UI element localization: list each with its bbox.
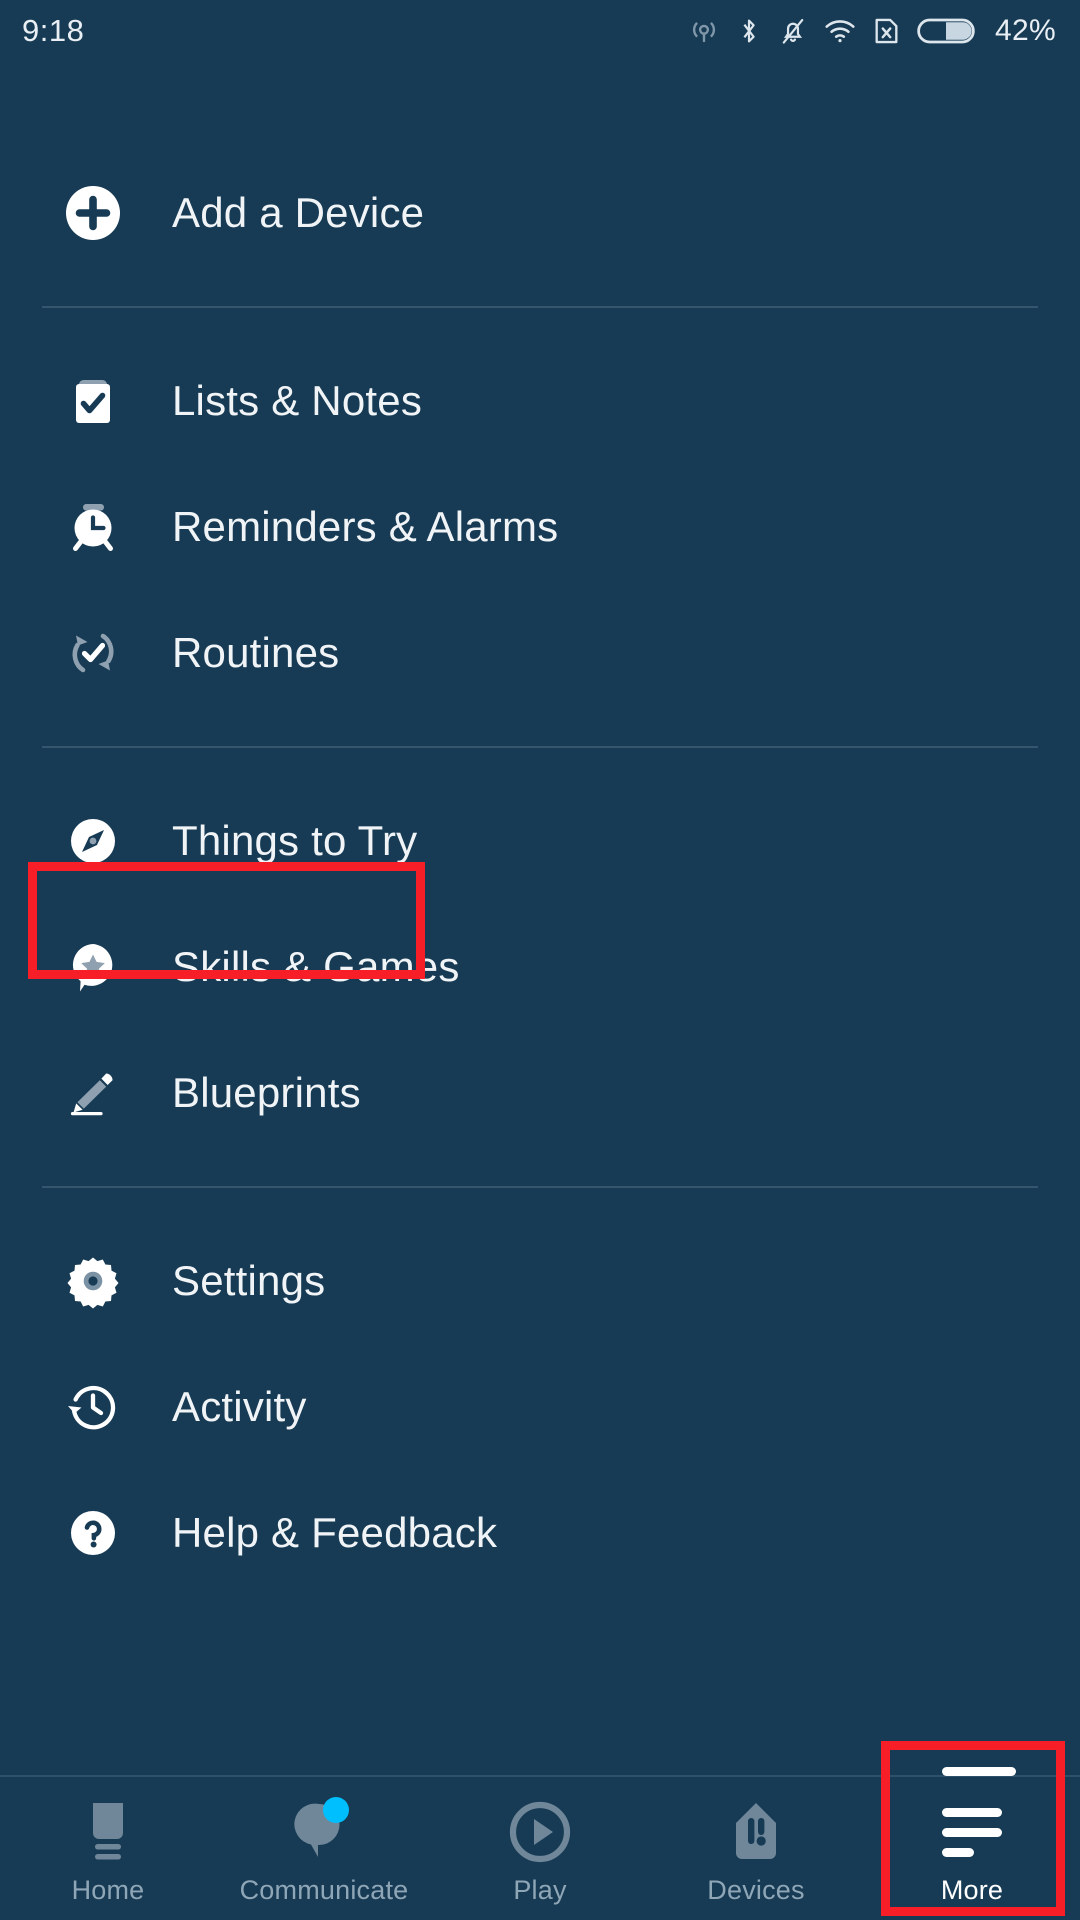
nav-item-play[interactable]: Play (432, 1777, 648, 1920)
menu-divider (42, 746, 1038, 748)
menu-item-add-a-device[interactable]: Add a Device (0, 150, 1080, 276)
gear-icon (60, 1248, 126, 1314)
nav-item-label: Communicate (239, 1875, 409, 1905)
clipboard-check-icon (60, 368, 126, 434)
menu-item-label: Routines (172, 629, 340, 676)
wifi-icon (824, 18, 856, 44)
menu-item-help-and-feedback[interactable]: Help & Feedback (0, 1470, 1080, 1596)
menu-item-things-to-try[interactable]: Things to Try (0, 778, 1080, 904)
notification-badge (323, 1797, 349, 1823)
menu-item-label: Blueprints (172, 1069, 361, 1116)
menu-item-activity[interactable]: Activity (0, 1344, 1080, 1470)
nav-item-home[interactable]: Home (0, 1777, 216, 1920)
battery-icon (917, 16, 975, 46)
speech-bubble-star-icon (60, 934, 126, 1000)
menu-item-settings[interactable]: Settings (0, 1218, 1080, 1344)
status-bar: 9:18 42% (0, 0, 1080, 62)
speech-bubble-icon (293, 1795, 355, 1869)
menu-item-label: Reminders & Alarms (172, 503, 559, 550)
help-circle-icon (60, 1500, 126, 1566)
bluetooth-icon (736, 16, 762, 46)
alarm-clock-icon (60, 494, 126, 560)
menu-item-label: Skills & Games (172, 943, 460, 990)
hamburger-menu-icon (942, 1767, 1016, 1869)
menu-item-skills-and-games[interactable]: Skills & Games (0, 904, 1080, 1030)
nav-item-label: Play (513, 1875, 567, 1905)
notifications-muted-icon (779, 16, 807, 46)
status-time: 9:18 (22, 13, 85, 48)
menu-item-label: Settings (172, 1257, 326, 1304)
no-sim-icon (873, 16, 900, 46)
menu-item-label: Help & Feedback (172, 1509, 498, 1556)
pencil-icon (60, 1060, 126, 1126)
menu-item-label: Add a Device (172, 189, 425, 236)
nav-item-devices[interactable]: Devices (648, 1777, 864, 1920)
routine-refresh-check-icon (60, 620, 126, 686)
menu-item-label: Activity (172, 1383, 307, 1430)
bottom-navigation-bar: Home Communicate Play Devices More (0, 1767, 1080, 1920)
echo-device-icon (82, 1795, 134, 1869)
more-menu-list: Add a Device Lists & Notes Reminders & A… (0, 62, 1080, 1775)
menu-item-blueprints[interactable]: Blueprints (0, 1030, 1080, 1156)
menu-item-reminders-and-alarms[interactable]: Reminders & Alarms (0, 464, 1080, 590)
battery-percent-label: 42% (995, 14, 1056, 47)
add-circle-icon (60, 180, 126, 246)
nav-item-label: Devices (707, 1875, 805, 1905)
play-circle-icon (509, 1795, 571, 1869)
nav-item-more[interactable]: More (864, 1767, 1080, 1920)
clock-history-icon (60, 1374, 126, 1440)
nav-item-label: Home (71, 1875, 145, 1905)
menu-item-lists-and-notes[interactable]: Lists & Notes (0, 338, 1080, 464)
menu-item-routines[interactable]: Routines (0, 590, 1080, 716)
menu-item-label: Things to Try (172, 817, 418, 864)
cast-icon (689, 16, 719, 46)
status-icons: 42% (689, 14, 1056, 48)
devices-icon (728, 1795, 784, 1869)
app-screen: 9:18 42% Add a Device Lists & Notes Remi… (0, 0, 1080, 1920)
menu-divider (42, 1186, 1038, 1188)
nav-item-label: More (940, 1875, 1004, 1905)
menu-divider (42, 306, 1038, 308)
menu-item-label: Lists & Notes (172, 377, 423, 424)
nav-item-communicate[interactable]: Communicate (216, 1777, 432, 1920)
compass-icon (60, 808, 126, 874)
